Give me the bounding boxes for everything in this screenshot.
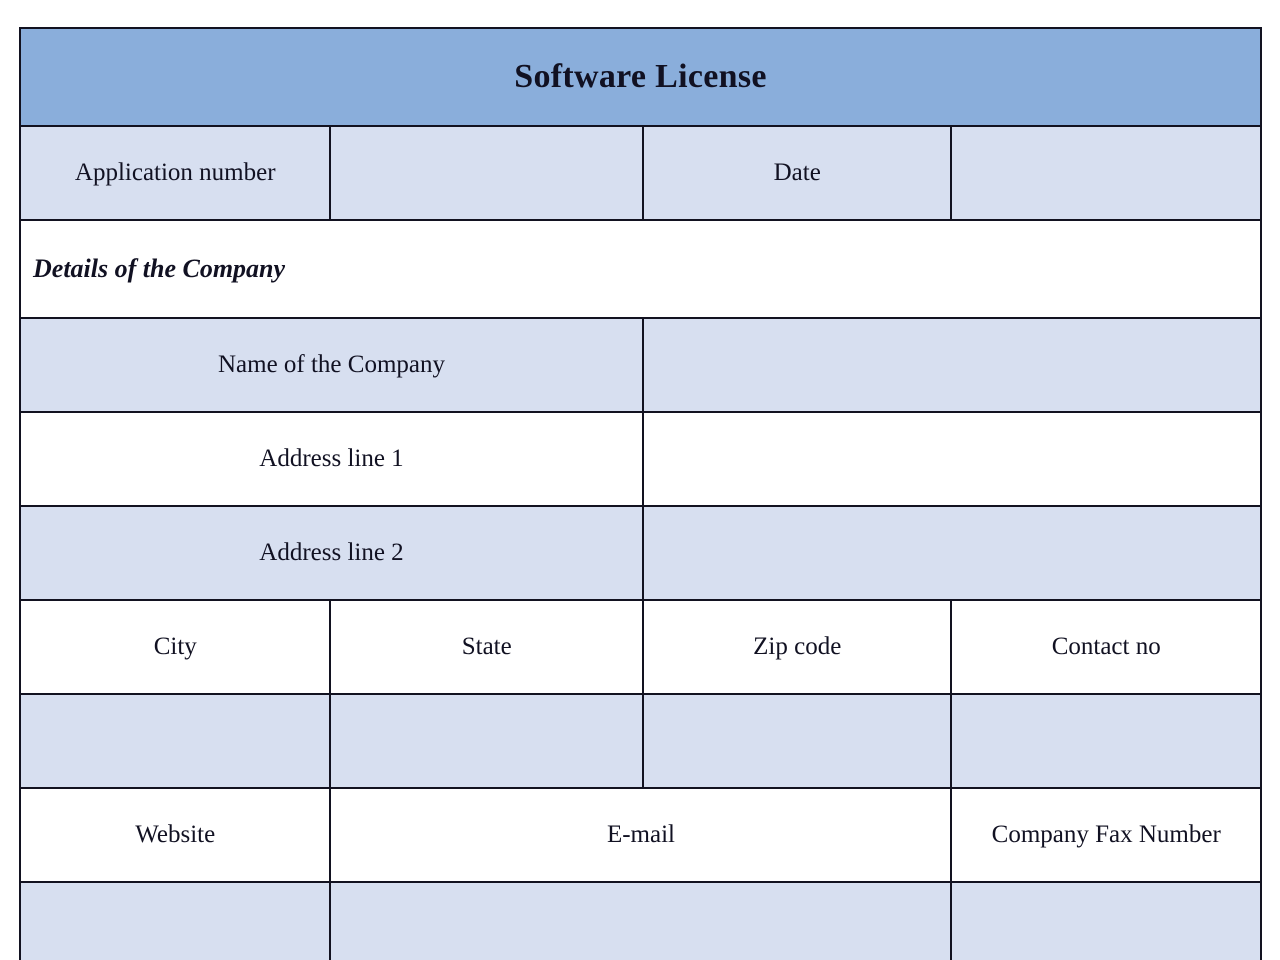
- software-license-form-table: Software License Application number Date…: [18, 27, 1263, 960]
- section-heading-company-details: Details of the Company: [19, 219, 1262, 319]
- website-field[interactable]: [18, 881, 332, 960]
- company-fax-number-field[interactable]: [950, 881, 1262, 960]
- company-name-label: Name of the Company: [19, 317, 644, 413]
- location-value-row: [18, 693, 1262, 789]
- city-field[interactable]: [18, 693, 332, 789]
- state-field[interactable]: [329, 693, 644, 789]
- contact-no-field[interactable]: [950, 693, 1262, 789]
- contact-no-label: Contact no: [950, 599, 1262, 695]
- date-label: Date: [641, 125, 953, 221]
- form-page: Software License Application number Date…: [0, 0, 1280, 960]
- section-heading-row: Details of the Company: [19, 219, 1262, 319]
- city-label: City: [18, 599, 332, 695]
- state-label: State: [329, 599, 644, 695]
- application-row: Application number Date: [18, 125, 1262, 221]
- page-title: Software License: [19, 27, 1262, 127]
- company-name-field[interactable]: [641, 317, 1263, 413]
- address-line-1-label: Address line 1: [19, 411, 644, 507]
- address-line-1-field[interactable]: [641, 411, 1263, 507]
- zip-code-field[interactable]: [641, 693, 953, 789]
- website-label: Website: [18, 787, 332, 883]
- address-line-2-label: Address line 2: [19, 505, 644, 601]
- company-fax-number-label: Company Fax Number: [950, 787, 1262, 883]
- location-label-row: City State Zip code Contact no: [18, 599, 1262, 695]
- address-line-2-row: Address line 2: [19, 505, 1263, 601]
- application-number-field[interactable]: [329, 125, 644, 221]
- contact-value-row: [18, 881, 1262, 960]
- date-field[interactable]: [950, 125, 1262, 221]
- contact-label-row: Website E-mail Company Fax Number: [18, 787, 1262, 883]
- application-number-label: Application number: [18, 125, 332, 221]
- address-line-1-row: Address line 1: [19, 411, 1263, 507]
- company-name-row: Name of the Company: [19, 317, 1263, 413]
- email-label: E-mail: [329, 787, 953, 883]
- address-line-2-field[interactable]: [641, 505, 1263, 601]
- email-field[interactable]: [329, 881, 953, 960]
- zip-code-label: Zip code: [641, 599, 953, 695]
- title-row: Software License: [19, 27, 1262, 127]
